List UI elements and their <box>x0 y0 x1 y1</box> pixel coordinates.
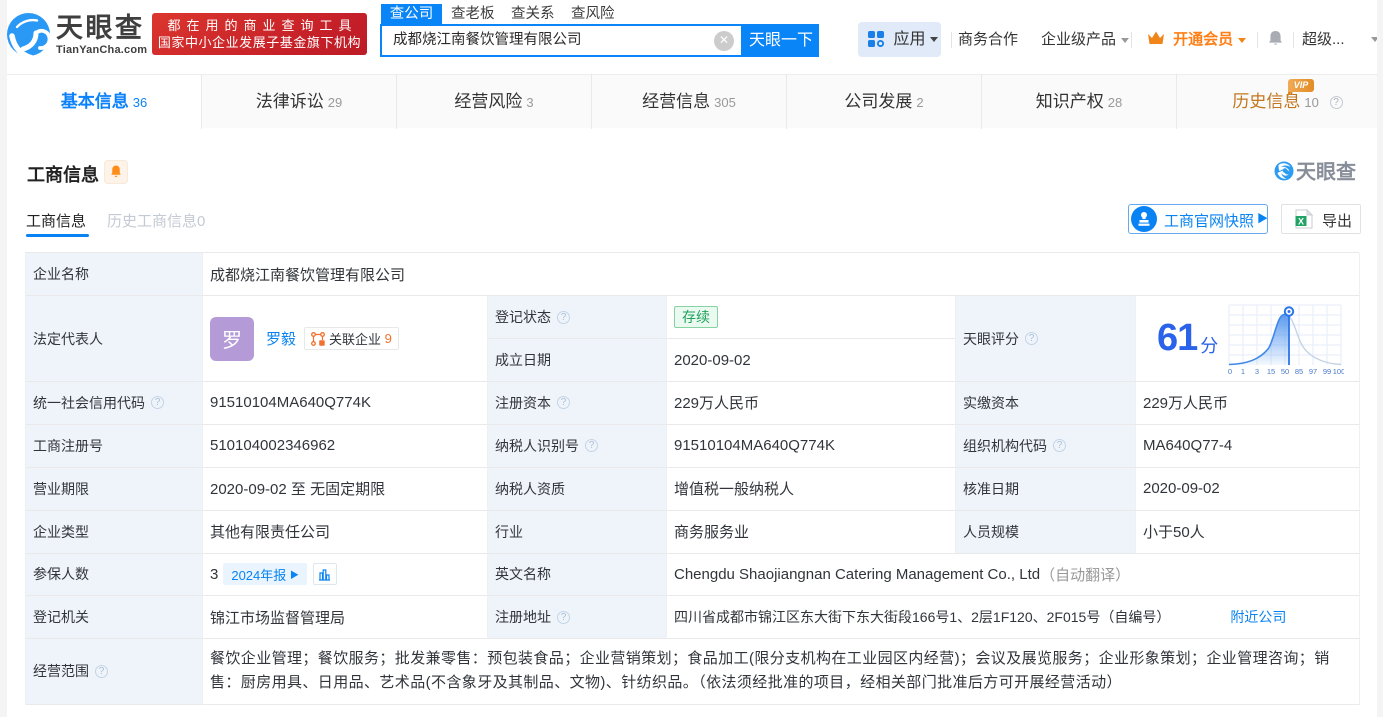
svg-text:天眼查: 天眼查 <box>1296 160 1356 182</box>
svg-text:100: 100 <box>1333 367 1344 376</box>
svg-text:99: 99 <box>1323 367 1331 376</box>
svg-text:97: 97 <box>1309 367 1317 376</box>
svg-text:X: X <box>1298 217 1304 227</box>
svg-text:50: 50 <box>1281 367 1289 376</box>
svg-text:0: 0 <box>1228 367 1232 376</box>
svg-text:15: 15 <box>1267 367 1275 376</box>
svg-text:3: 3 <box>1255 367 1259 376</box>
svg-text:1: 1 <box>1241 367 1245 376</box>
svg-text:85: 85 <box>1295 367 1303 376</box>
